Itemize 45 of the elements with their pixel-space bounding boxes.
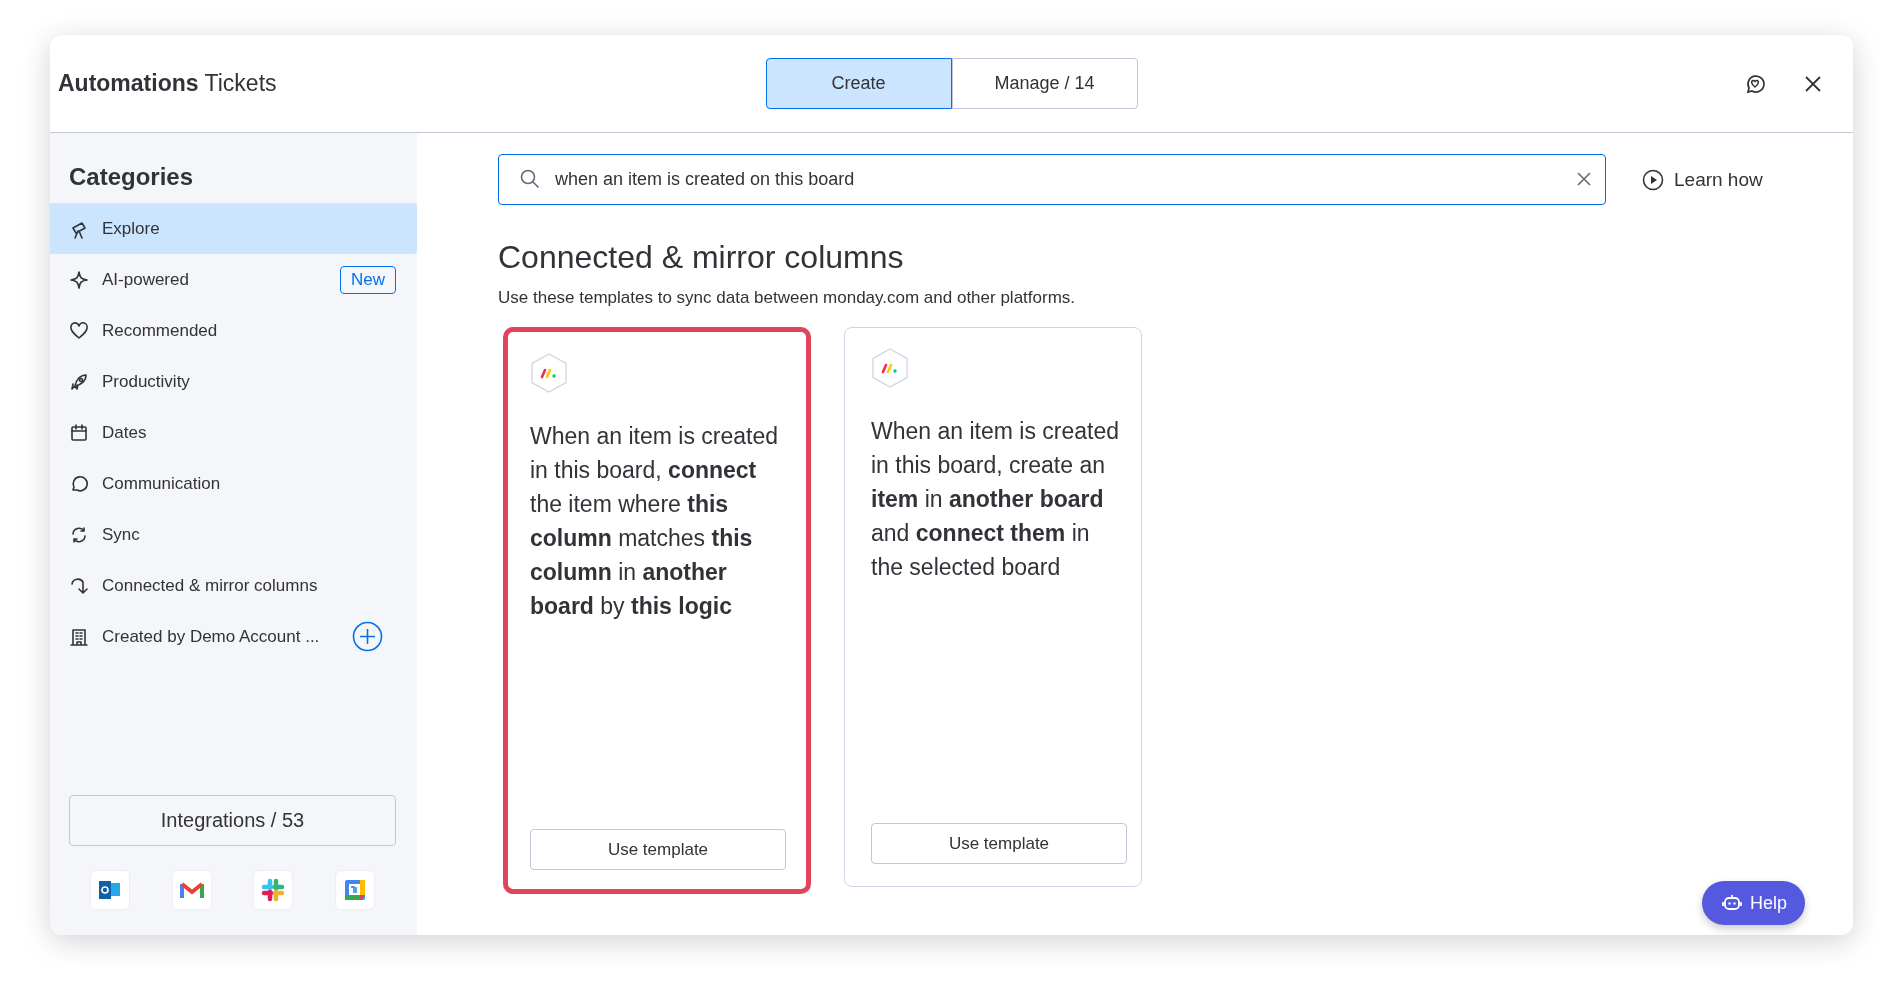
clear-icon[interactable] bbox=[1577, 172, 1591, 186]
rocket-icon bbox=[69, 371, 89, 392]
template-description: When an item is created in this board, create an item in another board and connect them in the selected board bbox=[871, 417, 1120, 582]
hexagon-logo-icon bbox=[871, 348, 909, 388]
help-button[interactable]: Help bbox=[1702, 881, 1806, 925]
sidebar-item[interactable]: Sync bbox=[50, 509, 417, 560]
sidebar-item[interactable]: Explore bbox=[50, 203, 417, 254]
sidebar-item[interactable]: Productivity bbox=[50, 356, 417, 407]
robot-icon bbox=[1722, 894, 1742, 912]
close-icon[interactable] bbox=[1803, 73, 1823, 94]
window-title: Automations Tickets bbox=[58, 70, 278, 97]
curved-arrow-icon bbox=[69, 575, 89, 596]
tab[interactable]: Create bbox=[765, 58, 952, 109]
hash-app-icon[interactable] bbox=[253, 870, 294, 910]
sidebar-item[interactable]: Dates bbox=[50, 407, 417, 458]
tab[interactable]: Manage / 14 bbox=[951, 58, 1138, 109]
hexagon-logo-icon bbox=[530, 353, 568, 393]
integrations-button[interactable]: Integrations / 53 bbox=[69, 795, 396, 846]
section-subtitle: Use these templates to sync data between monday.com and other platforms. bbox=[498, 288, 1077, 308]
search-icon bbox=[520, 169, 540, 189]
template-card[interactable]: When an item is created in this board, create an item in another board and connect them in the selected board Use template bbox=[844, 327, 1142, 887]
new-badge: New bbox=[340, 265, 396, 294]
template-card[interactable]: When an item is created in this board, connect the item where this column matches this column in another board by this logic Use template bbox=[503, 327, 811, 894]
sidebar-item[interactable]: Connected & mirror columns bbox=[50, 560, 417, 611]
sync-icon bbox=[69, 524, 89, 545]
sparkle-icon bbox=[69, 269, 89, 290]
sidebar-item[interactable]: Recommended bbox=[50, 305, 417, 356]
use-template-button[interactable]: Use template bbox=[530, 829, 786, 870]
heart-icon bbox=[69, 320, 89, 341]
sidebar-item[interactable]: AI-powered New bbox=[50, 254, 417, 305]
sidebar-item[interactable]: Communication bbox=[50, 458, 417, 509]
search-field[interactable]: when an item is created on this board bbox=[498, 154, 1606, 205]
play-icon bbox=[1642, 168, 1664, 191]
use-template-button[interactable]: Use template bbox=[871, 823, 1127, 864]
learn-how-link[interactable]: Learn how bbox=[1642, 168, 1763, 191]
template-description: When an item is created in this board, connect the item where this column matches this column in another board by this logic bbox=[530, 422, 779, 621]
sidebar-item[interactable]: Created by Demo Account ... bbox=[50, 611, 417, 662]
section-title: Connected & mirror columns bbox=[498, 239, 905, 276]
speech-bubble-icon bbox=[69, 473, 89, 494]
envelope-app-icon[interactable] bbox=[171, 870, 212, 910]
calendar-app-icon[interactable] bbox=[335, 870, 376, 910]
mail-app-icon[interactable] bbox=[89, 870, 130, 910]
sidebar-heading: Categories bbox=[69, 163, 195, 191]
building-icon bbox=[69, 626, 89, 647]
calendar-icon bbox=[69, 422, 89, 443]
